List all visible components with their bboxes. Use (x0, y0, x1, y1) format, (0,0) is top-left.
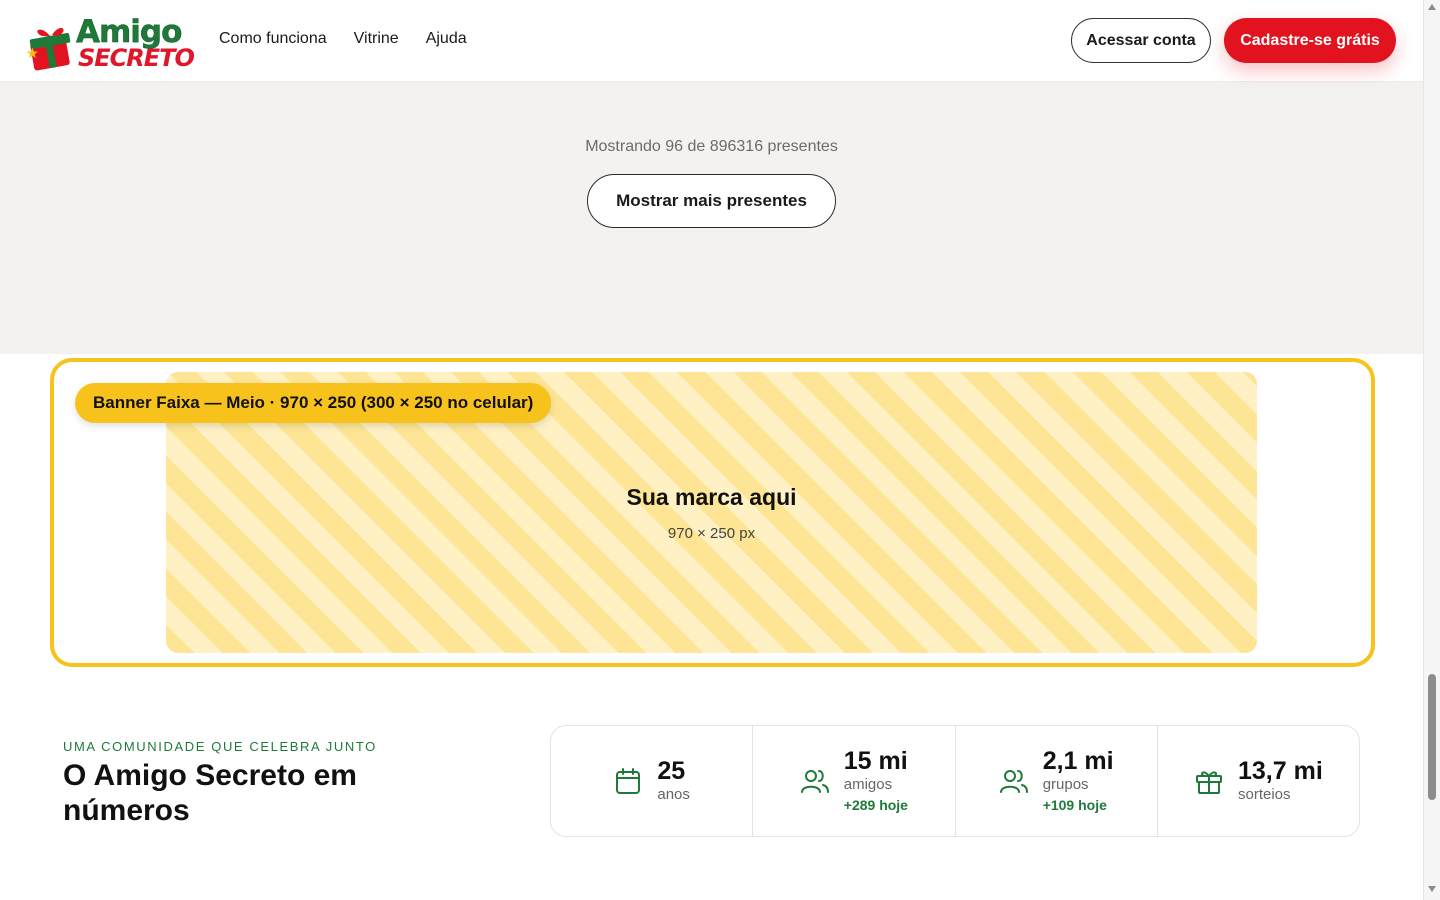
nav-como-funciona[interactable]: Como funciona (219, 30, 327, 48)
stats-eyebrow: UMA COMUNIDADE QUE CELEBRA JUNTO (63, 739, 377, 754)
stat-value: 15 mi (843, 747, 908, 775)
scroll-down-arrow-icon[interactable] (1428, 886, 1436, 892)
page: Amigo SECRETO Como funciona Vitrine Ajud… (0, 0, 1440, 900)
scroll-up-arrow-icon[interactable] (1428, 4, 1436, 10)
logo-text-secreto: SECRETO (78, 44, 195, 72)
calendar-icon (616, 768, 641, 794)
stats-title: O Amigo Secreto em números (63, 759, 357, 827)
site-header: Amigo SECRETO Como funciona Vitrine Ajud… (0, 0, 1423, 82)
scroll-thumb[interactable] (1428, 674, 1436, 800)
stat-label: amigos (843, 776, 893, 793)
gift-logo-icon (26, 28, 71, 71)
users-icon (999, 770, 1028, 793)
stat-anos: 25 anos (551, 726, 752, 836)
stat-amigos: 15 mi amigos +289 hoje (752, 726, 954, 836)
stats-card: 25 anos 15 mi amigos +289 hoje 2,1 mi gr… (550, 725, 1360, 837)
stat-label: grupos (1042, 776, 1089, 793)
banner-title: Sua marca aqui (626, 484, 797, 510)
stat-today: +289 hoje (843, 797, 908, 813)
nav-ajuda[interactable]: Ajuda (426, 30, 467, 48)
gifts-count-text: Mostrando 96 de 896316 presentes (585, 138, 838, 155)
logo[interactable]: Amigo SECRETO (26, 8, 196, 74)
stat-label: sorteios (1237, 786, 1291, 803)
stat-label: anos (657, 786, 690, 803)
stat-today: +109 hoje (1042, 797, 1107, 813)
main-nav: Como funciona Vitrine Ajuda (219, 30, 467, 48)
stat-sorteios: 13,7 mi sorteios (1156, 726, 1359, 836)
banner-tag: Banner Faixa — Meio · 970 × 250 (300 × 2… (75, 383, 552, 423)
banner-size: 970 × 250 px (667, 525, 756, 542)
users-icon (800, 770, 829, 793)
nav-vitrine[interactable]: Vitrine (354, 30, 399, 48)
gift-icon (1195, 771, 1222, 794)
login-button[interactable]: Acessar conta (1071, 18, 1211, 63)
signup-button[interactable]: Cadastre-se grátis (1224, 18, 1396, 63)
stat-grupos: 2,1 mi grupos +109 hoje (954, 726, 1157, 836)
stat-value: 2,1 mi (1042, 747, 1114, 775)
scrollbar[interactable] (1423, 0, 1440, 900)
stat-value: 25 (657, 757, 686, 785)
stat-value: 13,7 mi (1237, 757, 1323, 785)
show-more-button[interactable]: Mostrar mais presentes (587, 174, 836, 228)
